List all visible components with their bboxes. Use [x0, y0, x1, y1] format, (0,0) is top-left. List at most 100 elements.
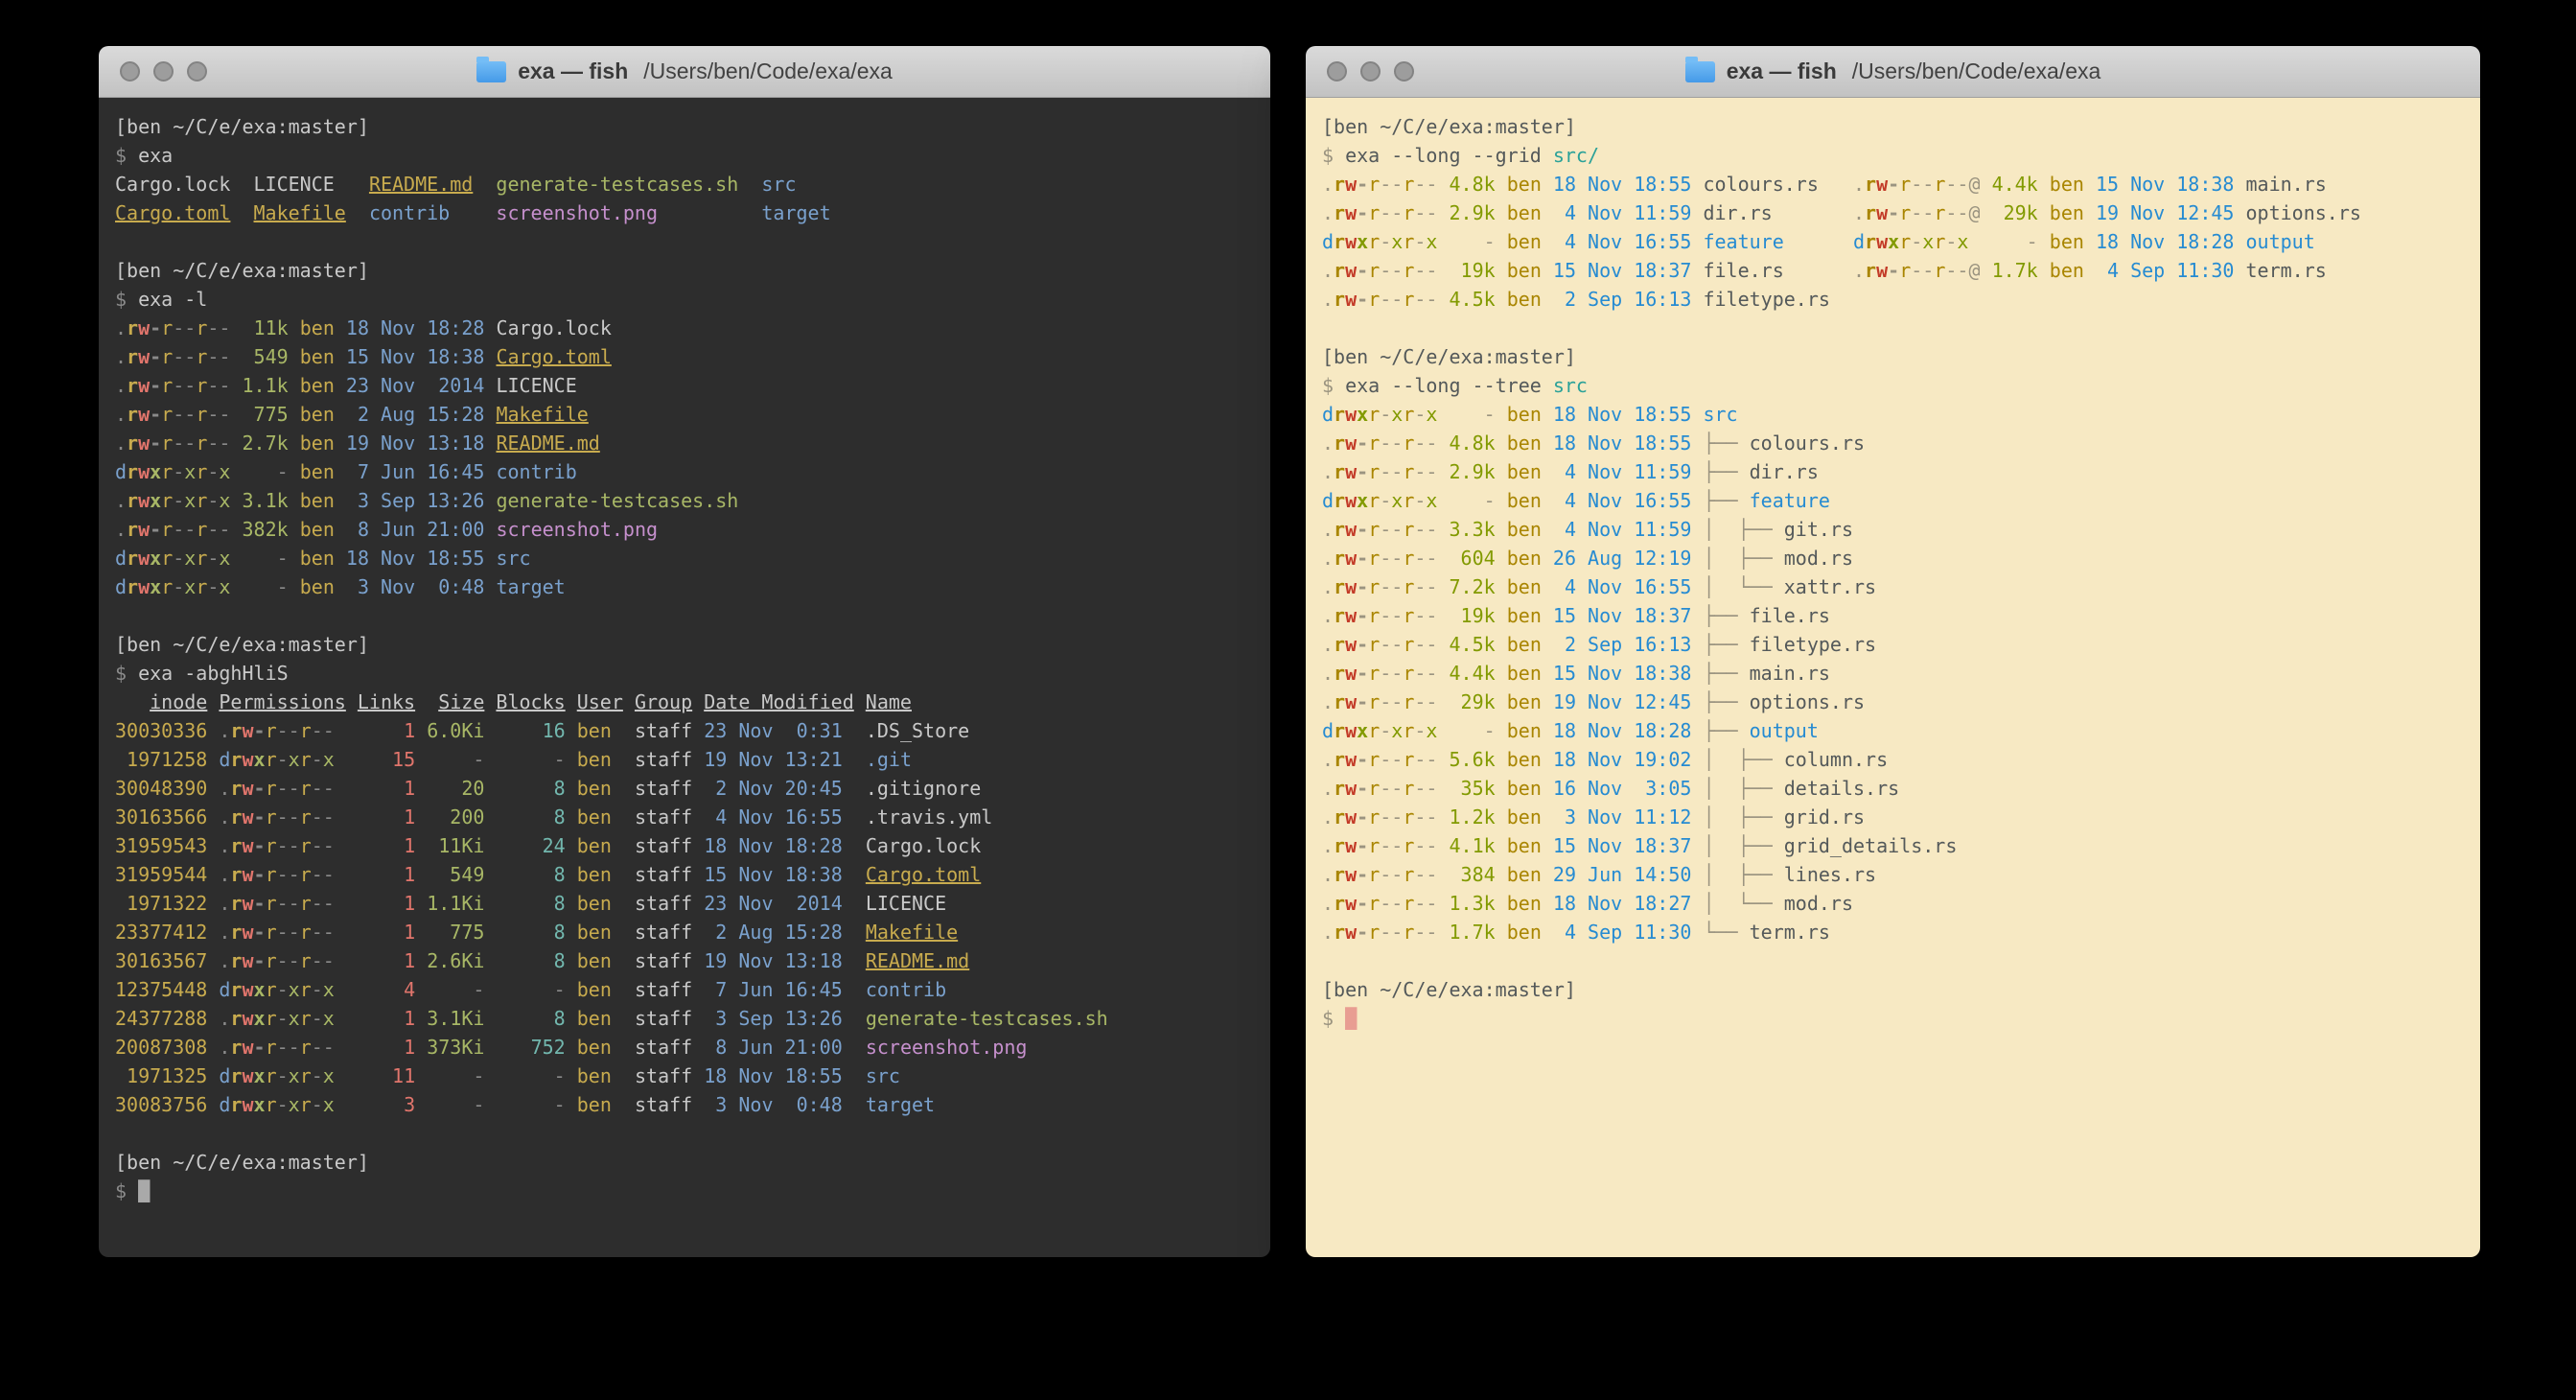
permission-char: r — [1368, 633, 1380, 656]
text-segment — [2038, 230, 2050, 253]
text-segment — [415, 748, 427, 771]
text-segment — [1437, 489, 1449, 512]
text-segment: README.md — [369, 173, 473, 196]
text-segment: 15 Nov 18:38 — [704, 863, 854, 886]
text-segment: screenshot.png — [496, 518, 658, 541]
text-segment — [335, 547, 346, 570]
terminal-line: drwxr-xr-x - ben 18 Nov 18:28 ├── output — [1322, 716, 2464, 745]
text-segment — [484, 1036, 496, 1059]
text-segment — [335, 403, 346, 426]
text-segment: 1 — [358, 949, 415, 972]
permission-char: - — [150, 374, 161, 397]
permission-char: - — [1391, 547, 1403, 570]
terminal-line: drwxr-xr-x - ben 18 Nov 18:55 src — [1322, 400, 2464, 429]
text-segment: 1.1k — [243, 374, 289, 397]
text-segment: ├── — [1703, 633, 1749, 656]
text-segment — [623, 892, 635, 915]
permission-char: - — [1911, 201, 1922, 224]
terminal-line: .rw-r--r-- 4.5k ben 2 Sep 16:13 filetype… — [1322, 285, 2464, 314]
permission-char: x — [219, 575, 230, 598]
text-segment: 1 — [358, 834, 415, 857]
text-segment — [335, 748, 358, 771]
text-segment: - — [427, 1064, 484, 1087]
permission-char: w — [138, 489, 150, 512]
permission-char: w — [242, 949, 253, 972]
text-segment: 2 Sep 16:13 — [1553, 633, 1692, 656]
text-segment — [1542, 518, 1553, 541]
permission-char: - — [1380, 173, 1391, 196]
permission-char: w — [138, 316, 150, 339]
text-segment — [230, 316, 242, 339]
text-segment: ben — [2050, 230, 2084, 253]
permission-char: r — [300, 1093, 312, 1116]
text-segment — [415, 949, 427, 972]
permission-char: . — [115, 518, 127, 541]
text-segment — [484, 949, 496, 972]
permission-char: - — [1380, 403, 1391, 426]
permission-char: - — [1888, 201, 1899, 224]
text-segment: 549 — [427, 863, 484, 886]
permission-char: w — [1345, 834, 1357, 857]
permission-char: . — [1322, 777, 1334, 800]
text-segment — [1691, 604, 1703, 627]
permission-char: - — [1380, 805, 1391, 828]
permission-char: - — [1380, 259, 1391, 282]
text-segment: 19k — [1450, 259, 1496, 282]
permission-char: - — [312, 892, 323, 915]
terminal-line: drwxr-xr-x - ben 4 Nov 16:55 feature drw… — [1322, 227, 2464, 256]
text-segment: ben — [577, 1093, 623, 1116]
permission-char: w — [1345, 173, 1357, 196]
text-segment — [1981, 173, 1992, 196]
terminal-line: drwxr-xr-x - ben 3 Nov 0:48 target — [115, 572, 1254, 601]
text-segment: exa -l — [138, 288, 207, 311]
text-segment — [854, 1007, 866, 1030]
text-segment — [1784, 230, 1853, 253]
terminal-line: .rw-r--r-- 604 ben 26 Aug 12:19 │ ├── mo… — [1322, 544, 2464, 572]
permission-char: r — [1403, 518, 1414, 541]
permission-char: w — [242, 892, 253, 915]
text-segment: Makefile — [254, 201, 346, 224]
text-segment: ben — [577, 978, 623, 1001]
permission-char: - — [219, 518, 230, 541]
permission-char: r — [1403, 690, 1414, 713]
text-segment: ben — [2050, 173, 2084, 196]
text-segment: .DS_Store — [866, 719, 969, 742]
text-segment: - — [1450, 230, 1496, 253]
text-segment — [484, 978, 496, 1001]
text-segment: ben — [577, 863, 623, 886]
terminal-output[interactable]: [ben ~/C/e/exa:master]$ exa --long --gri… — [1306, 98, 2480, 1257]
terminal-line: $ exa --long --grid src/ — [1322, 141, 2464, 170]
permission-char: r — [230, 748, 242, 771]
terminal-line: inode Permissions Links Size Blocks User… — [115, 688, 1254, 716]
text-segment — [1691, 518, 1703, 541]
text-segment: staff — [635, 719, 692, 742]
text-segment: ben — [1507, 432, 1542, 455]
permission-char: r — [1403, 633, 1414, 656]
permission-char: w — [242, 1064, 253, 1087]
permission-char: . — [219, 719, 230, 742]
text-segment: 4.8k — [1450, 432, 1496, 455]
permission-char: r — [127, 547, 138, 570]
text-segment: filetype.rs — [1750, 633, 1876, 656]
permission-char: . — [1322, 662, 1334, 685]
text-segment: 1971258 — [115, 748, 207, 771]
text-segment: 549 — [243, 345, 289, 368]
text-segment: ├── — [1703, 690, 1749, 713]
text-segment: 1.2k — [1450, 805, 1496, 828]
permission-char: - — [1391, 662, 1403, 685]
text-segment: $ — [115, 288, 138, 311]
text-segment: exa -abghHliS — [138, 662, 289, 685]
text-segment — [415, 863, 427, 886]
titlebar[interactable]: exa — fish /Users/ben/Code/exa/exa — [1306, 46, 2480, 98]
titlebar[interactable]: exa — fish /Users/ben/Code/exa/exa — [99, 46, 1270, 98]
text-segment — [1437, 863, 1449, 886]
text-segment — [415, 921, 427, 944]
permission-char: r — [1368, 805, 1380, 828]
text-segment — [207, 978, 219, 1001]
terminal-output[interactable]: [ben ~/C/e/exa:master]$ exaCargo.lock LI… — [99, 98, 1270, 1257]
permission-char: . — [1322, 604, 1334, 627]
permission-char: r — [1334, 633, 1345, 656]
permission-char: - — [289, 719, 300, 742]
permission-char: . — [219, 949, 230, 972]
permission-char: r — [1403, 460, 1414, 483]
